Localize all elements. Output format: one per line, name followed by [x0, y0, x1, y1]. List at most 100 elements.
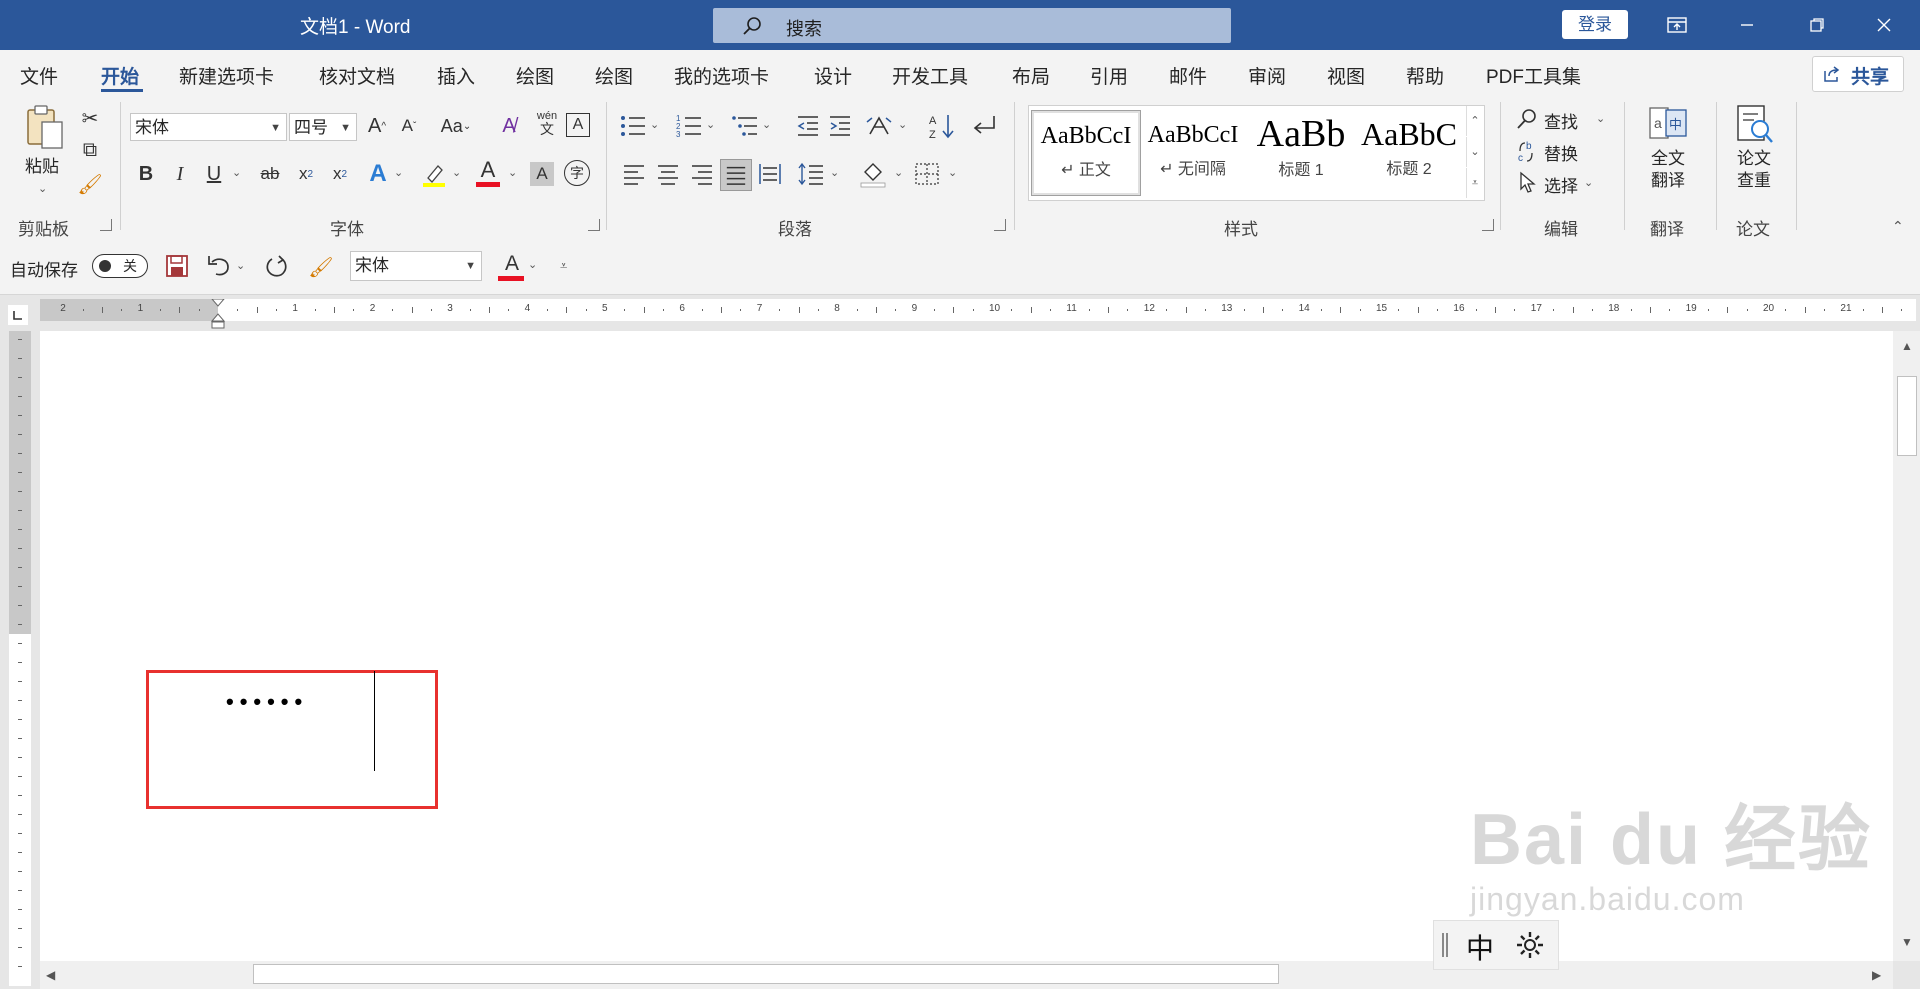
shrink-font-icon[interactable]: Aˇ: [396, 113, 422, 139]
line-spacing-button[interactable]: ⌄: [798, 162, 842, 188]
full-translate-button[interactable]: a中 全文 翻译: [1638, 104, 1698, 204]
character-shading-icon[interactable]: A: [530, 162, 554, 186]
ime-drag-handle[interactable]: [1442, 933, 1448, 957]
scroll-up-icon[interactable]: ▲: [1901, 339, 1913, 353]
tab-pdf-tools[interactable]: PDF工具集: [1486, 62, 1581, 89]
tab-my-tab[interactable]: 我的选项卡: [674, 62, 769, 89]
tab-draw-2[interactable]: 绘图: [595, 62, 633, 89]
find-button[interactable]: 查找 ⌄: [1516, 104, 1608, 132]
tab-home[interactable]: 开始: [101, 62, 139, 89]
undo-button[interactable]: ⌄: [206, 254, 246, 280]
style-no-spacing[interactable]: AaBbCcI ↵ 无间隔: [1139, 110, 1247, 194]
copy-icon[interactable]: ⧉: [78, 138, 102, 162]
bold-icon[interactable]: B: [134, 162, 158, 186]
share-button[interactable]: 共享: [1812, 56, 1904, 92]
close-button[interactable]: [1852, 0, 1916, 50]
bullets-button[interactable]: ⌄: [620, 114, 662, 140]
tab-mailings[interactable]: 邮件: [1169, 62, 1207, 89]
strikethrough-icon[interactable]: ab: [256, 162, 284, 186]
paper-check-button[interactable]: 论文 查重: [1724, 104, 1784, 204]
ime-settings-button[interactable]: [1514, 929, 1546, 961]
format-painter-icon[interactable]: 🖌: [77, 172, 102, 196]
tab-review[interactable]: 审阅: [1248, 62, 1286, 89]
tab-references[interactable]: 引用: [1090, 62, 1128, 89]
font-color-button[interactable]: A: [474, 157, 502, 188]
tab-selector-icon[interactable]: [8, 305, 28, 325]
numbering-button[interactable]: 123 ⌄: [676, 114, 718, 140]
align-right-button[interactable]: [690, 162, 716, 188]
cut-icon[interactable]: ✂: [78, 106, 102, 130]
style-normal[interactable]: AaBbCcI ↵ 正文: [1031, 110, 1141, 196]
character-border-icon[interactable]: A: [566, 113, 590, 137]
minimize-button[interactable]: [1715, 0, 1779, 50]
qat-font-combo[interactable]: 宋体 ▼: [350, 251, 482, 281]
styles-scroll-up-icon[interactable]: ⌃: [1466, 106, 1483, 136]
collapse-ribbon-icon[interactable]: ⌃: [1892, 218, 1904, 235]
customize-qat-icon[interactable]: ⩡: [560, 258, 567, 274]
font-launcher-icon[interactable]: [588, 219, 600, 231]
tab-draw-1[interactable]: 绘图: [516, 62, 554, 89]
ribbon-display-options-button[interactable]: [1645, 0, 1709, 50]
qat-font-color-button[interactable]: A ⌄: [498, 252, 542, 282]
underline-dropdown-icon[interactable]: ⌄: [232, 166, 241, 179]
autosave-toggle[interactable]: 关: [92, 254, 148, 278]
grow-font-icon[interactable]: A ^: [364, 113, 390, 139]
tab-layout[interactable]: 布局: [1012, 62, 1050, 89]
highlight-color-button[interactable]: [420, 160, 448, 188]
increase-indent-button[interactable]: [828, 114, 854, 140]
save-button[interactable]: [165, 254, 191, 280]
select-button[interactable]: 选择 ⌄: [1516, 168, 1608, 196]
styles-more-icon[interactable]: ⩡: [1466, 168, 1483, 198]
paste-button[interactable]: 粘贴 ⌄: [14, 104, 70, 204]
distributed-button[interactable]: [758, 162, 784, 188]
font-name-combo[interactable]: 宋体 ▼: [130, 113, 287, 141]
tab-developer[interactable]: 开发工具: [892, 62, 968, 89]
tab-proofread[interactable]: 核对文档: [319, 62, 395, 89]
styles-scroll-down-icon[interactable]: ⌄: [1466, 137, 1483, 167]
horizontal-scroll-thumb[interactable]: [253, 964, 1279, 984]
superscript-icon[interactable]: x2: [328, 162, 352, 186]
tab-help[interactable]: 帮助: [1406, 62, 1444, 89]
style-heading-2[interactable]: AaBbC 标题 2: [1355, 110, 1463, 194]
style-heading-1[interactable]: AaBb 标题 1: [1247, 110, 1355, 194]
italic-icon[interactable]: I: [168, 162, 192, 186]
tab-insert[interactable]: 插入: [437, 62, 475, 89]
indent-marker-icon[interactable]: [211, 299, 225, 331]
clear-formatting-icon[interactable]: A̸: [496, 113, 522, 139]
phonetic-guide-icon[interactable]: wén 文: [534, 110, 560, 140]
tab-new-tab[interactable]: 新建选项卡: [179, 62, 274, 89]
font-color-dropdown-icon[interactable]: ⌄: [508, 166, 517, 179]
enclose-characters-icon[interactable]: 字: [564, 160, 590, 186]
restore-button[interactable]: [1785, 0, 1849, 50]
horizontal-ruler[interactable]: 2 1 1 2 3 4 5 6 7 8 9 10 11 12 13 14 15 16 17 18 19 20 21: [40, 299, 1916, 329]
text-effects-icon[interactable]: A: [366, 160, 390, 188]
vertical-scrollbar[interactable]: ▲ ▼: [1893, 331, 1920, 961]
styles-launcher-icon[interactable]: [1482, 219, 1494, 231]
scroll-left-icon[interactable]: ◀: [46, 968, 55, 982]
chinese-layout-button[interactable]: ⌄: [866, 114, 910, 140]
change-case-icon[interactable]: Aa ⌄: [436, 113, 476, 139]
horizontal-scrollbar[interactable]: ◀ ▶: [40, 961, 1893, 989]
vertical-scroll-thumb[interactable]: [1897, 376, 1917, 456]
ime-mode-indicator[interactable]: 中: [1466, 927, 1494, 967]
scroll-down-icon[interactable]: ▼: [1901, 935, 1913, 949]
underline-icon[interactable]: U: [202, 162, 226, 186]
align-left-button[interactable]: [622, 162, 648, 188]
replace-button[interactable]: bc 替换: [1516, 136, 1596, 164]
multilevel-list-button[interactable]: ⌄: [732, 114, 774, 140]
tab-file[interactable]: 文件: [20, 62, 58, 89]
redo-button[interactable]: [264, 254, 292, 282]
clipboard-launcher-icon[interactable]: [100, 219, 112, 231]
search-box[interactable]: 搜索: [713, 8, 1231, 43]
format-painter-qat-icon[interactable]: 🖌: [308, 254, 334, 280]
show-formatting-marks-button[interactable]: [970, 112, 998, 140]
sort-button[interactable]: AZ: [928, 112, 956, 141]
font-size-combo[interactable]: 四号 ▼: [289, 113, 357, 141]
align-center-button[interactable]: [656, 162, 682, 188]
vertical-ruler[interactable]: [9, 331, 31, 986]
tab-design[interactable]: 设计: [814, 62, 852, 89]
paragraph-launcher-icon[interactable]: [994, 219, 1006, 231]
decrease-indent-button[interactable]: [796, 114, 822, 140]
subscript-icon[interactable]: x2: [294, 162, 318, 186]
borders-button[interactable]: ⌄: [914, 162, 958, 188]
